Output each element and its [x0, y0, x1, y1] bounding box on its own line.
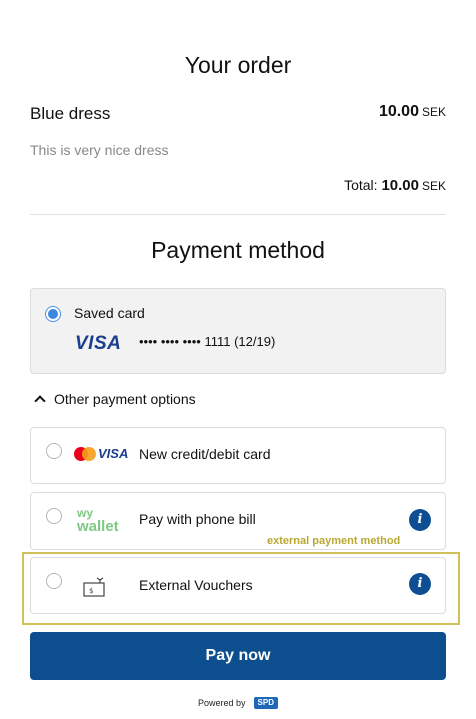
wywallet-logo-line2: wallet [77, 518, 119, 535]
external-vouchers-label: External Vouchers [139, 577, 253, 593]
phone-bill-label: Pay with phone bill [139, 511, 256, 527]
spd-logo: SPD [253, 697, 278, 709]
powered-by-footer: Powered by SPD [0, 697, 476, 709]
order-title: Your order [184, 52, 292, 78]
svg-text:$: $ [89, 587, 93, 595]
item-price-value: 10.00 [378, 103, 419, 120]
item-description: This is very nice dress [30, 142, 169, 158]
info-icon[interactable]: i [409, 509, 431, 531]
external-vouchers-radio[interactable] [46, 573, 62, 589]
total-currency: SEK [421, 179, 446, 193]
visa-logo-small: VISA [98, 446, 129, 461]
item-name: Blue dress [30, 104, 111, 123]
new-card-option[interactable]: VISA New credit/debit card [30, 427, 446, 484]
divider [30, 214, 446, 215]
phone-bill-radio[interactable] [46, 508, 62, 524]
powered-by-text: Powered by [198, 698, 246, 708]
total-value: 10.00 [381, 177, 419, 194]
payment-method-title: Payment method [151, 237, 325, 263]
voucher-icon: $ [83, 577, 105, 597]
total-label: Total: [344, 177, 378, 193]
saved-card-radio[interactable] [45, 306, 61, 322]
order-total: Total: 10.00 SEK [344, 177, 446, 194]
new-card-radio[interactable] [46, 443, 62, 459]
external-vouchers-option[interactable]: $ External Vouchers i [30, 557, 446, 614]
saved-card-label: Saved card [74, 305, 145, 321]
chevron-up-icon [34, 395, 46, 407]
info-icon[interactable]: i [409, 573, 431, 595]
saved-card-option[interactable]: Saved card VISA •••• •••• •••• 1111 (12/… [30, 288, 446, 374]
annotation-label: external payment method [267, 535, 401, 547]
item-price: 10.00 SEK [379, 103, 446, 121]
visa-logo: VISA [75, 333, 122, 354]
wywallet-logo: wy wallet [77, 507, 119, 535]
pay-now-button[interactable]: Pay now [30, 632, 446, 680]
new-card-label: New credit/debit card [139, 446, 271, 462]
item-currency: SEK [421, 105, 446, 119]
other-payment-options-label: Other payment options [54, 391, 196, 407]
other-payment-options-toggle[interactable]: Other payment options [34, 391, 196, 407]
mastercard-logo [74, 447, 96, 461]
masked-card-number: •••• •••• •••• 1111 (12/19) [139, 334, 276, 349]
